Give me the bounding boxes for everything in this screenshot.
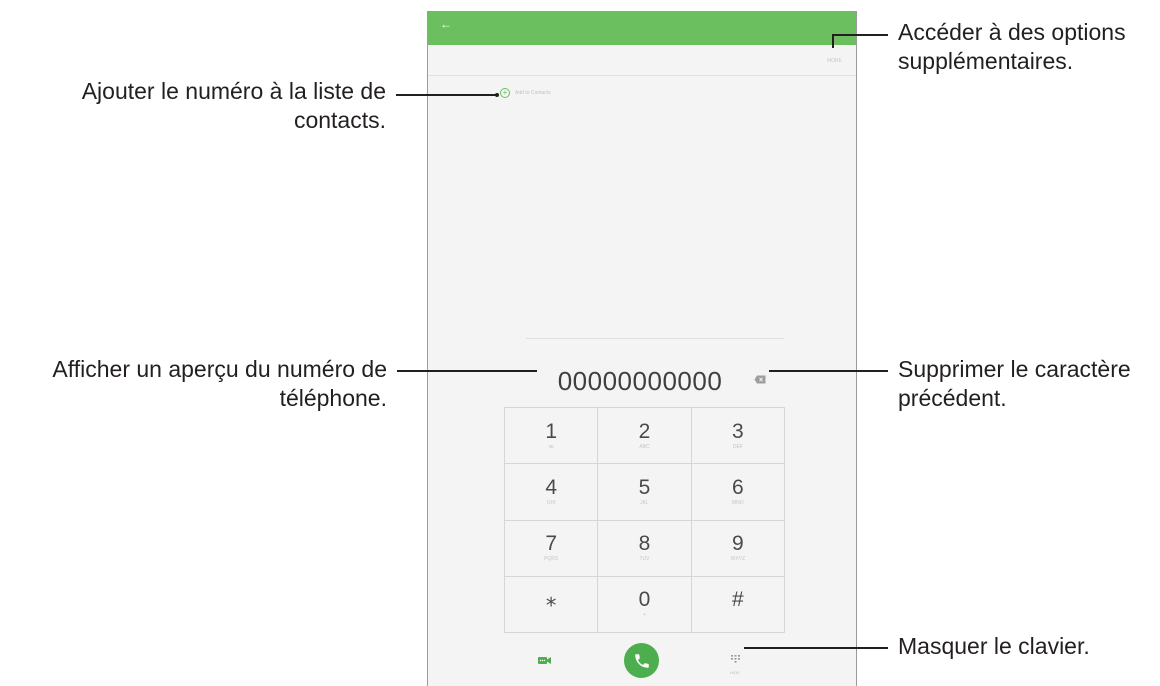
callout-text: téléphone. <box>279 385 387 411</box>
leader-line <box>832 34 834 48</box>
phone-icon <box>634 653 649 668</box>
key-digit: 3 <box>731 419 744 443</box>
callout-more-options: Accéder à des options supplémentaires. <box>898 18 1158 76</box>
key-letters: JKL <box>640 499 649 506</box>
key-9[interactable]: 9 WXYZ <box>691 520 785 577</box>
callout-text: supplémentaires. <box>898 48 1074 74</box>
key-digit: 4 <box>545 475 557 499</box>
key-digit: 0 <box>638 588 651 612</box>
callout-delete-char: Supprimer le caractère précédent. <box>898 355 1158 413</box>
add-to-contacts-label: Add to Contacts <box>515 90 551 96</box>
key-letters: GHI <box>546 499 556 506</box>
hide-keypad-button[interactable]: HIDE <box>728 650 742 675</box>
leader-line <box>397 370 537 372</box>
key-digit: 9 <box>731 532 744 556</box>
callout-number-preview: Afficher un aperçu du numéro de téléphon… <box>4 355 387 413</box>
callout-text: précédent. <box>898 385 1007 411</box>
key-4[interactable]: 4 GHI <box>505 464 599 521</box>
key-digit: 7 <box>545 532 557 556</box>
key-letters: ABC <box>639 443 650 450</box>
callout-text: Afficher un aperçu du numéro de <box>52 356 387 382</box>
key-star[interactable]: ⁎ <box>505 576 599 633</box>
callout-text: contacts. <box>293 107 386 133</box>
key-letters: + <box>643 612 646 619</box>
add-to-contacts-button[interactable]: + Add to Contacts <box>500 88 551 98</box>
key-7[interactable]: 7 PQRS <box>505 520 599 577</box>
dialer-action-bar: HIDE <box>428 633 856 686</box>
key-letters: TUV <box>639 556 650 563</box>
leader-line <box>769 370 888 372</box>
key-digit: 2 <box>638 419 651 443</box>
key-3[interactable]: 3 DEF <box>691 408 785 465</box>
key-digit: 5 <box>638 475 651 499</box>
leader-line <box>744 647 888 649</box>
phone-screen: ← MORE + Add to Contacts 00000000000 1 ꝏ… <box>427 11 857 686</box>
more-options-button[interactable]: MORE <box>827 58 842 64</box>
key-digit: 1 <box>545 419 557 443</box>
call-button[interactable] <box>624 643 659 678</box>
key-2[interactable]: 2 ABC <box>598 408 692 465</box>
key-1[interactable]: 1 ꝏ <box>505 408 599 465</box>
app-bar: ← <box>428 11 856 45</box>
callout-hide-keypad: Masquer le clavier. <box>898 632 1158 661</box>
callout-add-contact: Ajouter le numéro à la liste de contacts… <box>20 77 386 135</box>
key-digit: 6 <box>731 475 744 499</box>
leader-line <box>832 34 888 36</box>
key-6[interactable]: 6 MNO <box>691 464 785 521</box>
key-digit: # <box>731 588 744 612</box>
key-0[interactable]: 0 + <box>598 576 692 633</box>
voicemail-icon: ꝏ <box>548 443 554 450</box>
key-digit: 8 <box>638 532 651 556</box>
key-letters: WXYZ <box>730 556 746 563</box>
back-arrow-icon[interactable]: ← <box>440 17 452 31</box>
leader-line <box>396 94 496 96</box>
dial-keypad: 1 ꝏ 2 ABC 3 DEF 4 GHI 5 JKL 6 MNO 7 PQRS… <box>504 407 785 633</box>
key-letters: DEF <box>732 443 743 450</box>
phone-number-display[interactable]: 00000000000 <box>540 366 740 396</box>
key-letters: MNO <box>731 499 744 506</box>
key-5[interactable]: 5 JKL <box>598 464 692 521</box>
callout-text: Masquer le clavier. <box>898 633 1090 659</box>
key-digit: ⁎ <box>545 588 557 612</box>
video-call-icon[interactable] <box>538 656 551 665</box>
plus-icon: + <box>500 88 510 98</box>
leader-dot <box>495 93 499 97</box>
key-hash[interactable]: # <box>691 576 785 633</box>
callout-text: Ajouter le numéro à la liste de <box>81 78 386 104</box>
divider <box>428 75 856 76</box>
callout-text: Supprimer le caractère <box>898 356 1131 382</box>
keypad-icon <box>730 655 740 663</box>
key-letters: PQRS <box>544 556 559 563</box>
key-8[interactable]: 8 TUV <box>598 520 692 577</box>
hide-keypad-label: HIDE <box>730 670 740 675</box>
callout-text: Accéder à des options <box>898 19 1126 45</box>
divider <box>526 338 784 339</box>
backspace-icon[interactable] <box>754 375 766 384</box>
